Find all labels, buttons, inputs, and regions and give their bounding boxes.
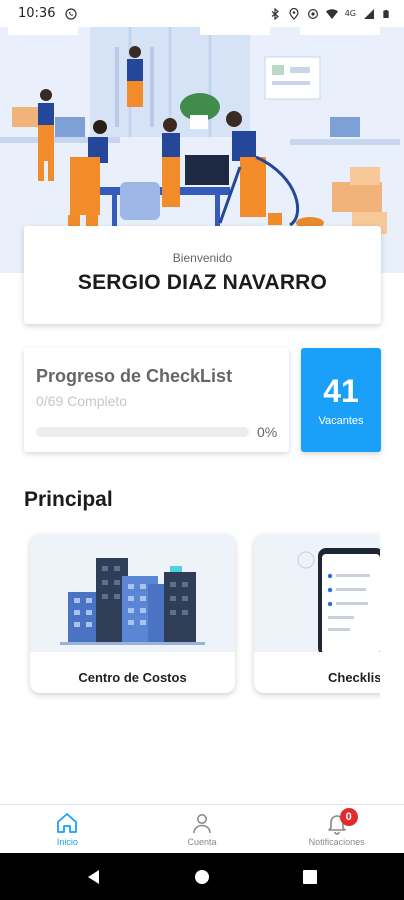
nav-inicio[interactable]: Inicio — [0, 805, 135, 853]
back-icon[interactable] — [85, 868, 103, 886]
nav-label: Inicio — [56, 837, 78, 847]
phone-checklist-illustration — [254, 534, 380, 656]
menu-card-label: Checklis — [328, 670, 380, 685]
user-icon — [193, 814, 211, 834]
network-type: 4G — [344, 9, 356, 18]
menu-card-checklist[interactable]: Checklis — [254, 534, 380, 693]
bottom-navigation: Inicio Cuenta 0 Notificaciones — [0, 804, 404, 853]
vacancies-count: 41 — [323, 373, 359, 409]
vacancies-label: Vacantes — [318, 415, 364, 427]
system-navigation-bar — [0, 853, 404, 900]
bluetooth-icon — [271, 7, 279, 20]
progress-row: 0% — [36, 424, 277, 440]
welcome-label: Bienvenido — [172, 251, 233, 265]
home-icon — [57, 813, 78, 833]
wifi-icon — [325, 8, 338, 19]
whatsapp-icon — [65, 7, 78, 20]
buildings-illustration — [30, 534, 235, 652]
nav-label: Cuenta — [187, 837, 217, 847]
vacancies-card[interactable]: 41 Vacantes — [301, 348, 381, 452]
nav-cuenta[interactable]: Cuenta — [135, 805, 270, 853]
nav-label: Notificaciones — [308, 837, 365, 847]
menu-card-label: Centro de Costos — [78, 670, 187, 685]
section-title-principal: Principal — [24, 488, 113, 511]
progress-subtitle: 0/69 Completo — [36, 393, 128, 409]
progress-bar — [36, 427, 249, 437]
signal-icon — [364, 8, 374, 19]
main-menu-carousel[interactable]: Centro de Costos Checklis — [0, 530, 380, 700]
status-bar: 10:36 4G — [0, 0, 404, 27]
welcome-card: Bienvenido SERGIO DIAZ NAVARRO — [24, 226, 381, 324]
progress-title: Progreso de CheckList — [36, 366, 233, 386]
battery-icon — [383, 9, 389, 18]
progress-percent: 0% — [257, 424, 278, 440]
recents-icon[interactable] — [301, 868, 319, 886]
notification-badge: 0 — [339, 808, 358, 826]
user-name: SERGIO DIAZ NAVARRO — [77, 271, 328, 294]
nav-notificaciones[interactable]: 0 Notificaciones — [269, 805, 404, 853]
status-time: 10:36 — [18, 6, 56, 21]
home-button-icon[interactable] — [193, 868, 211, 886]
data-saver-icon — [307, 8, 318, 19]
menu-card-centro-de-costos[interactable]: Centro de Costos — [30, 534, 235, 693]
location-icon — [289, 7, 299, 20]
checklist-progress-card[interactable]: Progreso de CheckList 0/69 Completo 0% — [24, 348, 289, 452]
